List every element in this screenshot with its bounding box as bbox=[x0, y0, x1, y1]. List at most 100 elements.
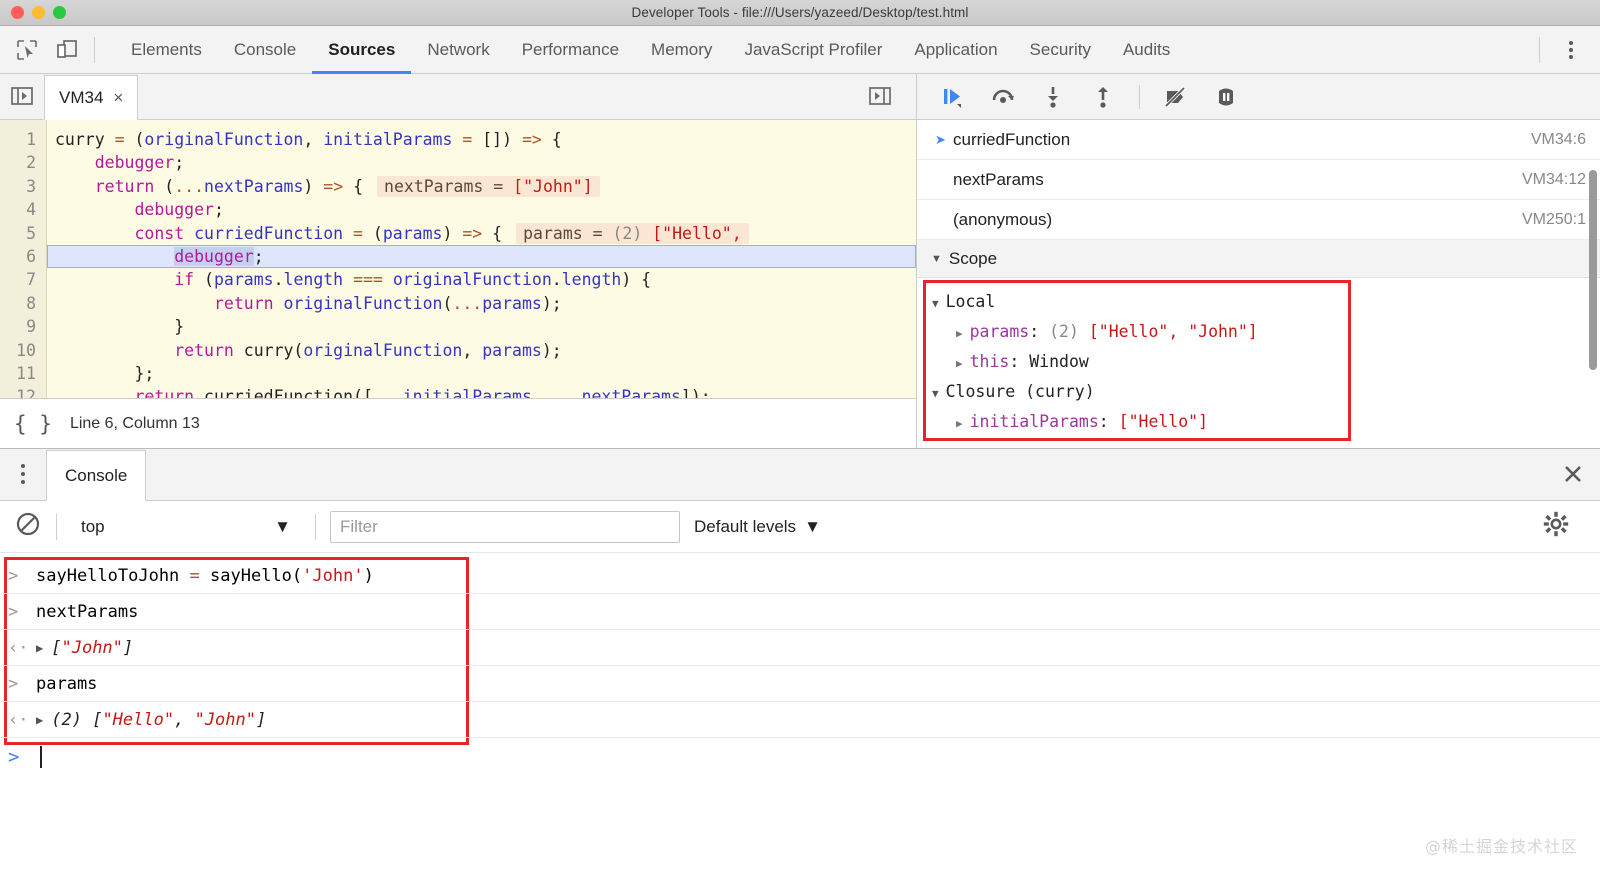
code-line[interactable]: return curriedFunction([...initialParams… bbox=[55, 385, 916, 398]
step-into-icon[interactable] bbox=[1039, 83, 1067, 111]
editor-status-bar: { } Line 6, Column 13 bbox=[0, 398, 916, 448]
tab-sources[interactable]: Sources bbox=[312, 26, 411, 74]
drawer-tab-console[interactable]: Console bbox=[46, 450, 146, 501]
console-output-message[interactable]: ‹·▶(2) ["Hello", "John"] bbox=[8, 702, 266, 737]
cursor-position: Line 6, Column 13 bbox=[70, 415, 200, 433]
step-over-icon[interactable] bbox=[989, 83, 1017, 111]
code-line[interactable]: return curry(originalFunction, params); bbox=[55, 339, 916, 362]
line-number[interactable]: 4 bbox=[0, 198, 36, 221]
deactivate-breakpoints-icon[interactable] bbox=[1162, 83, 1190, 111]
code-line[interactable]: } bbox=[55, 315, 916, 338]
line-number[interactable]: 11 bbox=[0, 362, 36, 385]
console-message-text: ] bbox=[256, 710, 266, 730]
chevron-right-icon[interactable]: ▶ bbox=[36, 713, 43, 727]
console-filter-input[interactable]: Filter bbox=[330, 511, 680, 543]
call-stack-frame[interactable]: (anonymous)VM250:1 bbox=[917, 200, 1600, 240]
code-token: ( bbox=[442, 294, 452, 313]
device-toolbar-icon[interactable] bbox=[54, 37, 80, 63]
inspect-element-icon[interactable] bbox=[14, 37, 40, 63]
log-levels-select[interactable]: Default levels ▼ bbox=[694, 517, 821, 537]
tab-memory[interactable]: Memory bbox=[635, 26, 728, 74]
line-number[interactable]: 9 bbox=[0, 315, 36, 338]
scope-property[interactable]: ▶params: (2) ["Hello", "John"] bbox=[932, 317, 1348, 347]
code-line[interactable]: curry = (originalFunction, initialParams… bbox=[55, 128, 916, 151]
call-stack-frame-location: VM34:6 bbox=[1531, 131, 1586, 149]
line-number[interactable]: 7 bbox=[0, 268, 36, 291]
tab-performance[interactable]: Performance bbox=[506, 26, 635, 74]
scope-group[interactable]: ▼Closure (curry) bbox=[932, 377, 1348, 407]
code-line[interactable]: return (...nextParams) => {nextParams = … bbox=[55, 175, 916, 198]
line-number[interactable]: 8 bbox=[0, 292, 36, 315]
console-prompt[interactable]: > bbox=[8, 746, 42, 768]
close-drawer-icon[interactable] bbox=[1546, 448, 1600, 500]
window-title-bar: Developer Tools - file:///Users/yazeed/D… bbox=[0, 0, 1600, 26]
line-number[interactable]: 2 bbox=[0, 151, 36, 174]
chevron-right-icon[interactable]: ▶ bbox=[36, 641, 43, 655]
chevron-right-icon[interactable]: ▶ bbox=[956, 357, 963, 370]
scope-variables-highlight: ▼Local▶params: (2) ["Hello", "John"]▶thi… bbox=[923, 280, 1351, 441]
line-number[interactable]: 12 bbox=[0, 385, 36, 398]
code-editor[interactable]: 123456789101112 curry = (originalFunctio… bbox=[0, 120, 916, 398]
clear-console-icon[interactable] bbox=[14, 510, 42, 543]
output-arrow-icon: ‹· bbox=[8, 638, 36, 658]
line-number[interactable]: 6 bbox=[0, 245, 36, 268]
call-stack-frame[interactable]: nextParamsVM34:12 bbox=[917, 160, 1600, 200]
code-line-current[interactable]: debugger; bbox=[47, 245, 916, 268]
show-navigator-icon[interactable] bbox=[0, 73, 44, 119]
code-token: ... bbox=[174, 177, 204, 196]
code-line[interactable]: }; bbox=[55, 362, 916, 385]
console-output-message[interactable]: ‹·▶["John"] bbox=[8, 630, 133, 665]
step-out-icon[interactable] bbox=[1089, 83, 1117, 111]
code-line[interactable]: return originalFunction(...params); bbox=[55, 292, 916, 315]
code-token: }; bbox=[134, 364, 154, 383]
scope-section-header[interactable]: ▼ Scope bbox=[917, 240, 1600, 278]
code-content[interactable]: curry = (originalFunction, initialParams… bbox=[47, 120, 916, 398]
console-message-list[interactable]: >sayHelloToJohn = sayHello('John')>nextP… bbox=[0, 553, 1600, 881]
console-message-text: , bbox=[174, 710, 194, 730]
input-arrow-icon: > bbox=[8, 566, 36, 586]
console-input-message[interactable]: >nextParams bbox=[8, 594, 138, 629]
javascript-context-select[interactable]: top ▼ bbox=[71, 511, 301, 543]
tab-console[interactable]: Console bbox=[218, 26, 312, 74]
horizontal-scrollbar[interactable] bbox=[0, 873, 1600, 881]
line-number[interactable]: 10 bbox=[0, 339, 36, 362]
line-number[interactable]: 3 bbox=[0, 175, 36, 198]
code-token: , bbox=[462, 341, 482, 360]
tab-security[interactable]: Security bbox=[1014, 26, 1107, 74]
call-stack-frame[interactable]: ➤curriedFunctionVM34:6 bbox=[917, 120, 1600, 160]
tab-javascript-profiler[interactable]: JavaScript Profiler bbox=[728, 26, 898, 74]
scope-property[interactable]: ▶this: Window bbox=[932, 347, 1348, 377]
tab-elements[interactable]: Elements bbox=[115, 26, 218, 74]
chevron-right-icon[interactable]: ▶ bbox=[956, 327, 963, 340]
code-token: const bbox=[134, 224, 194, 243]
chevron-right-icon[interactable]: ▶ bbox=[956, 417, 963, 430]
line-number[interactable]: 5 bbox=[0, 222, 36, 245]
console-input-message[interactable]: >sayHelloToJohn = sayHello('John') bbox=[8, 558, 374, 593]
debugger-scrollbar[interactable] bbox=[1589, 170, 1597, 370]
file-tab-vm34[interactable]: VM34 × bbox=[44, 75, 138, 120]
console-input-message[interactable]: >params bbox=[8, 666, 97, 701]
chevron-down-icon[interactable]: ▼ bbox=[932, 387, 939, 400]
scope-property[interactable]: ▶initialParams: ["Hello"] bbox=[932, 407, 1348, 437]
pretty-print-braces-icon[interactable]: { } bbox=[14, 412, 52, 436]
resume-icon[interactable] bbox=[939, 83, 967, 111]
tab-network[interactable]: Network bbox=[411, 26, 505, 74]
code-line[interactable]: const curriedFunction = (params) => {par… bbox=[55, 222, 916, 245]
line-number[interactable]: 1 bbox=[0, 128, 36, 151]
scope-group[interactable]: ▼Local bbox=[932, 287, 1348, 317]
chevron-down-icon[interactable]: ▼ bbox=[932, 297, 939, 310]
more-options-kebab-icon[interactable] bbox=[1556, 35, 1586, 65]
scope-property-name: params bbox=[970, 322, 1030, 341]
close-icon[interactable]: × bbox=[113, 88, 123, 108]
code-line[interactable]: debugger; bbox=[55, 198, 916, 221]
tab-audits[interactable]: Audits bbox=[1107, 26, 1186, 74]
code-line[interactable]: debugger; bbox=[55, 151, 916, 174]
tab-application[interactable]: Application bbox=[898, 26, 1013, 74]
console-settings-gear-icon[interactable] bbox=[1542, 510, 1586, 543]
pause-on-exceptions-icon[interactable] bbox=[1212, 83, 1240, 111]
code-token: debugger bbox=[174, 247, 253, 266]
show-debugger-icon[interactable] bbox=[858, 73, 902, 119]
chevron-down-icon: ▼ bbox=[931, 253, 942, 265]
more-tools-kebab-icon[interactable] bbox=[0, 448, 46, 500]
code-line[interactable]: if (params.length === originalFunction.l… bbox=[55, 268, 916, 291]
